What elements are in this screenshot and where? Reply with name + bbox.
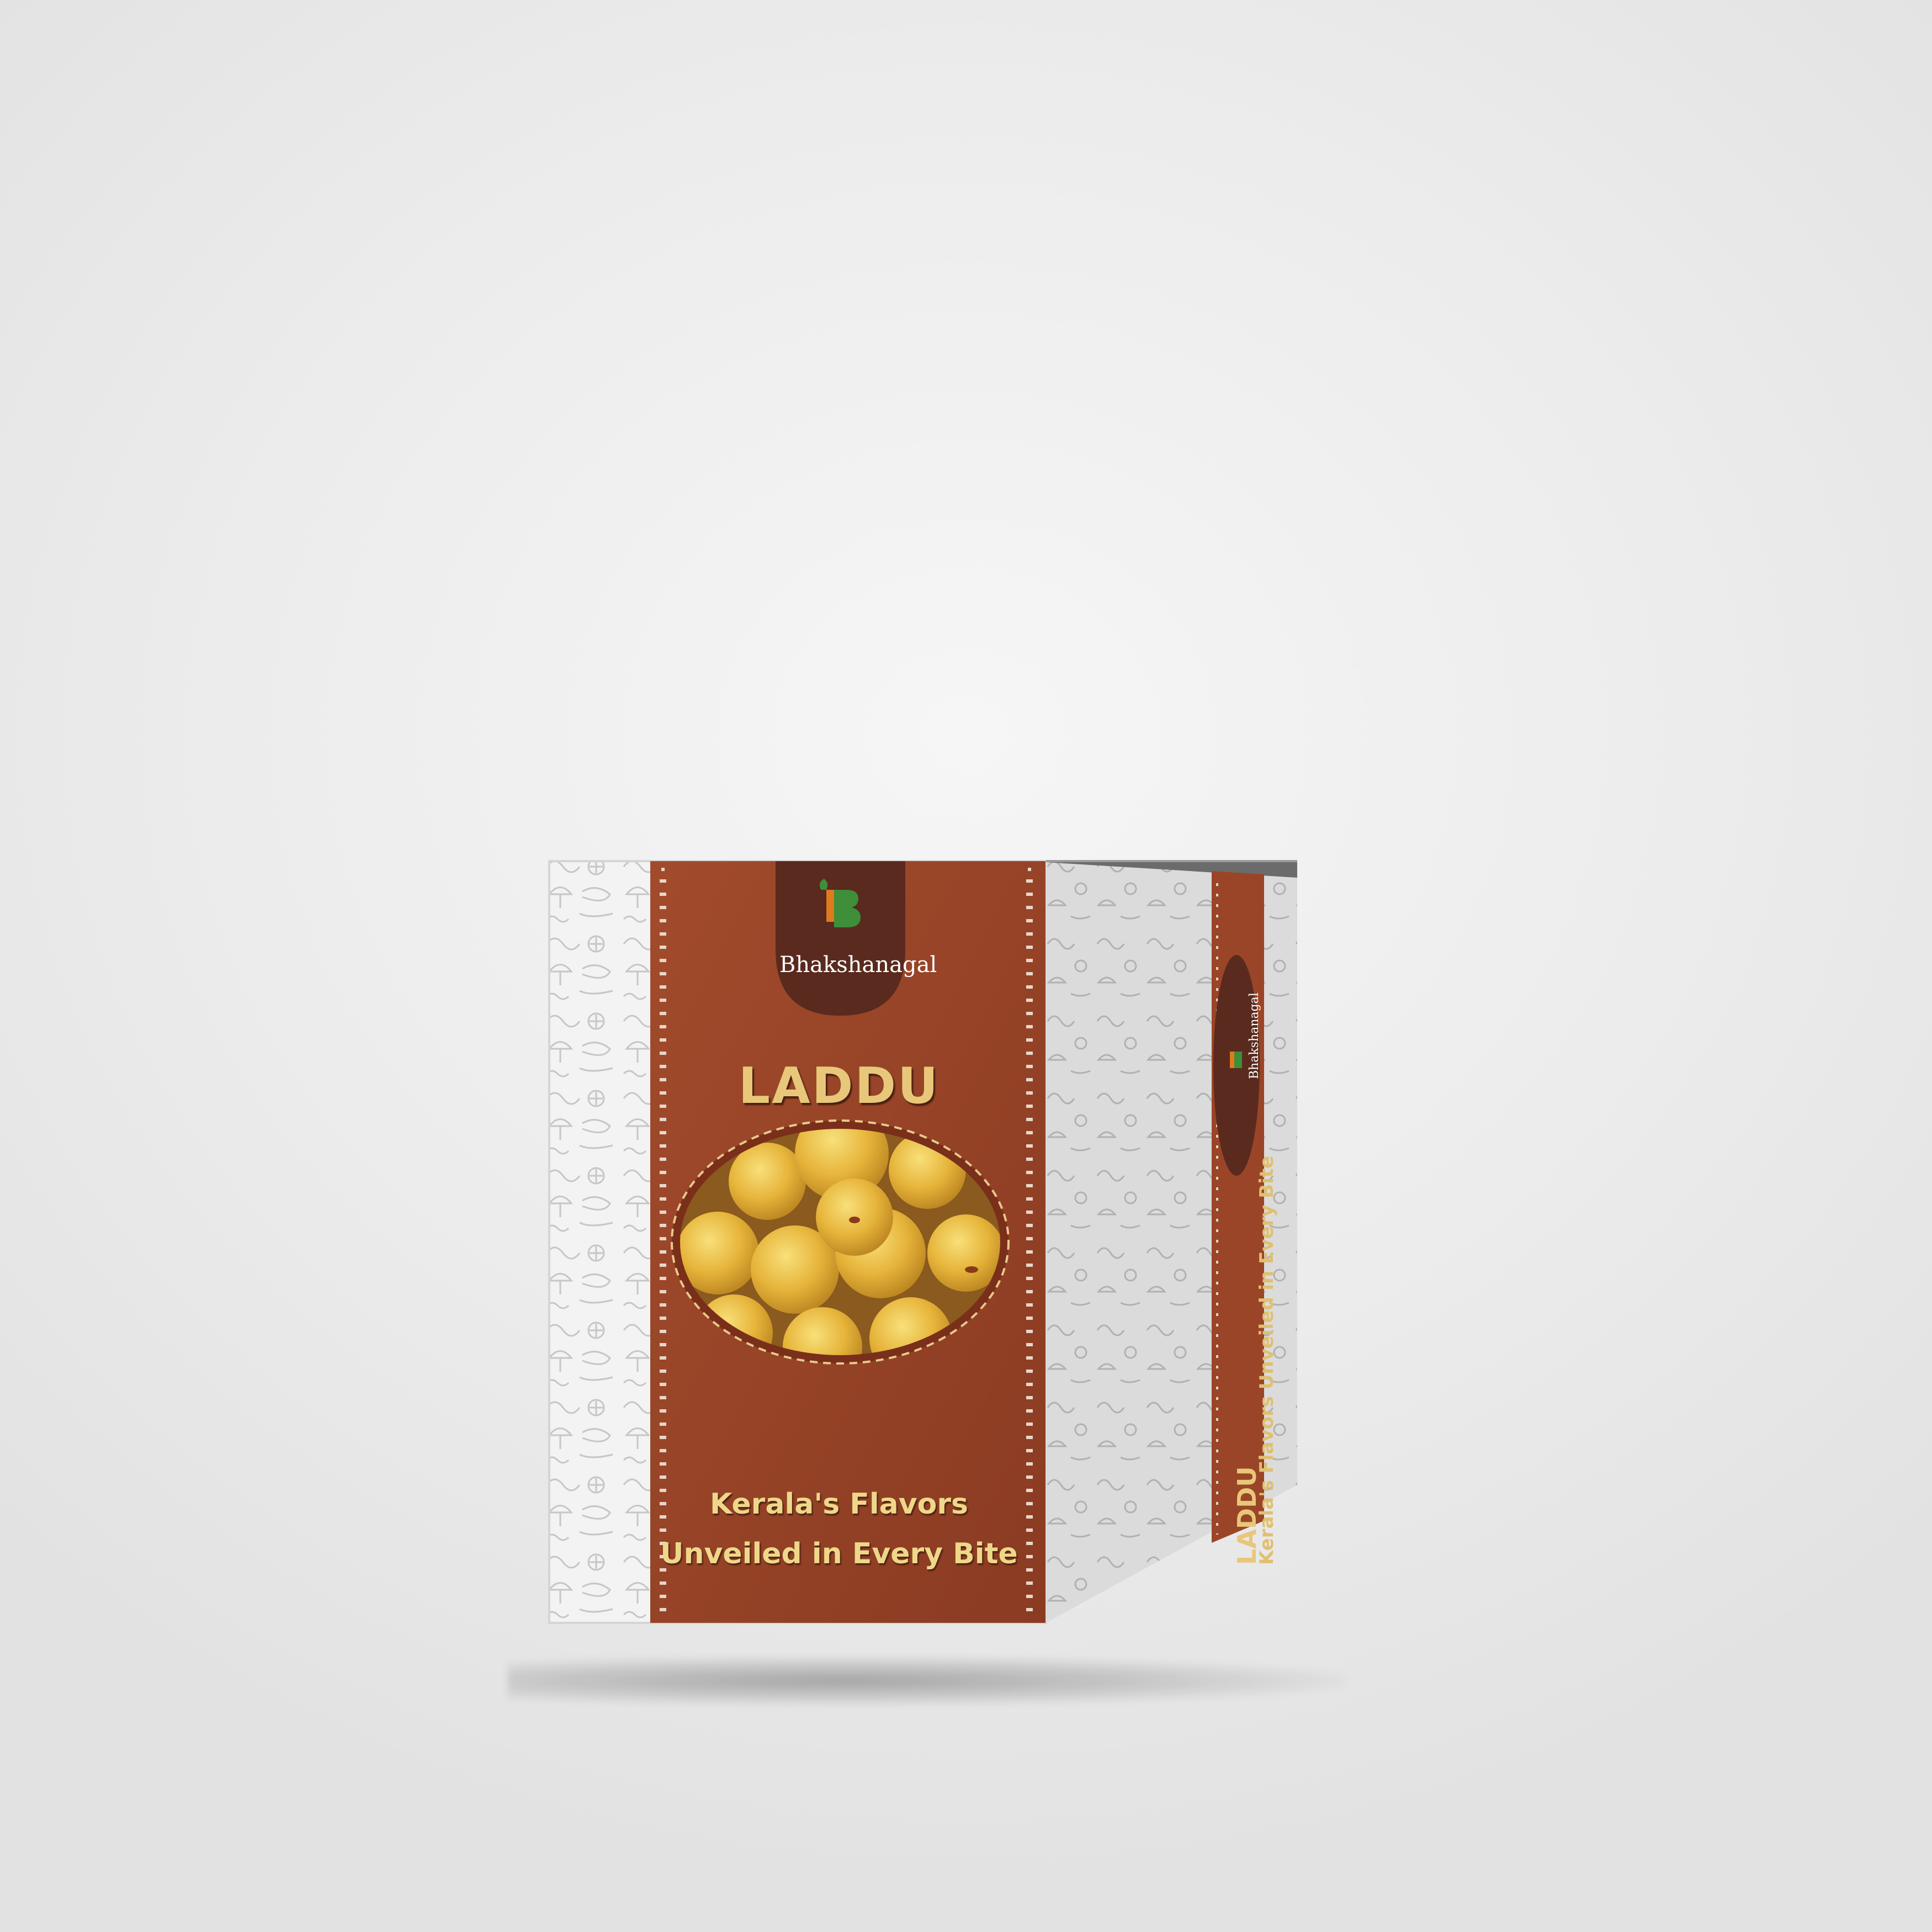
- logo-badge: [776, 861, 905, 1016]
- side-logo-icon: [1230, 1052, 1242, 1068]
- tagline-line-1: Kerala's Flavors: [710, 1488, 968, 1521]
- brand-name: Bhakshanagal: [779, 952, 937, 978]
- tagline-line-2: Unveiled in Every Bite: [660, 1537, 1018, 1570]
- side-tagline: Kerala's Flavors Unveiled in Every Bite: [1256, 1155, 1278, 1565]
- product-name: LADDU: [738, 1057, 940, 1115]
- product-box: [548, 860, 1297, 1624]
- side-brand-name: Bhakshanagal: [1248, 992, 1261, 1079]
